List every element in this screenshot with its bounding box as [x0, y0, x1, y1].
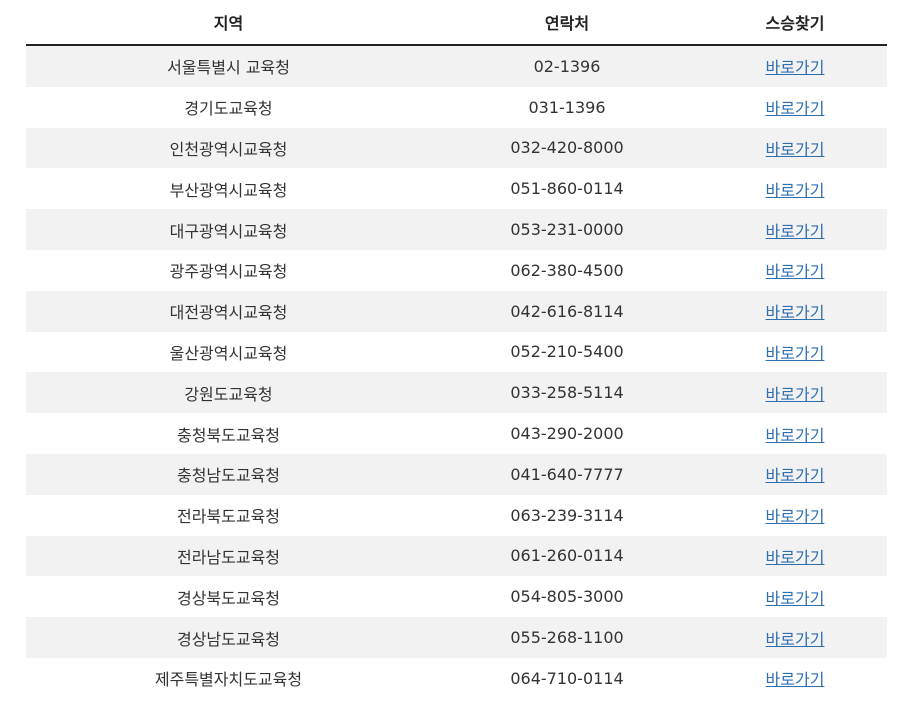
region-cell: 경상북도교육청: [26, 576, 431, 618]
table-row: 광주광역시교육청 062-380-4500 바로가기: [26, 249, 887, 291]
link-cell: 바로가기: [703, 535, 887, 577]
goto-link[interactable]: 바로가기: [766, 140, 825, 159]
table-row: 충청남도교육청 041-640-7777 바로가기: [26, 453, 887, 495]
goto-link[interactable]: 바로가기: [766, 262, 825, 281]
link-cell: 바로가기: [703, 413, 887, 454]
phone-cell: 042-616-8114: [431, 290, 703, 332]
phone-cell: 053-231-0000: [431, 209, 703, 250]
link-cell: 바로가기: [703, 494, 887, 536]
link-cell: 바로가기: [703, 45, 887, 87]
phone-cell: 061-260-0114: [431, 535, 703, 577]
region-cell: 부산광역시교육청: [26, 168, 431, 210]
table-row: 경상남도교육청 055-268-1100 바로가기: [26, 617, 887, 658]
table-row: 대구광역시교육청 053-231-0000 바로가기: [26, 209, 887, 250]
phone-cell: 032-420-8000: [431, 127, 703, 169]
link-cell: 바로가기: [703, 617, 887, 658]
goto-link[interactable]: 바로가기: [766, 589, 825, 608]
header-find-teacher: 스승찾기: [703, 0, 887, 46]
region-cell: 제주특별자치도교육청: [26, 657, 431, 699]
link-cell: 바로가기: [703, 127, 887, 169]
table-row: 충청북도교육청 043-290-2000 바로가기: [26, 413, 887, 454]
region-cell: 대구광역시교육청: [26, 209, 431, 250]
link-cell: 바로가기: [703, 331, 887, 373]
goto-link[interactable]: 바로가기: [766, 670, 825, 689]
table-row: 경기도교육청 031-1396 바로가기: [26, 86, 887, 128]
phone-cell: 031-1396: [431, 86, 703, 128]
table-row: 부산광역시교육청 051-860-0114 바로가기: [26, 168, 887, 210]
goto-link[interactable]: 바로가기: [766, 344, 825, 363]
phone-cell: 063-239-3114: [431, 494, 703, 536]
region-cell: 충청남도교육청: [26, 453, 431, 495]
region-cell: 울산광역시교육청: [26, 331, 431, 373]
link-cell: 바로가기: [703, 372, 887, 414]
goto-link[interactable]: 바로가기: [766, 548, 825, 567]
goto-link[interactable]: 바로가기: [766, 58, 825, 77]
table-row: 강원도교육청 033-258-5114 바로가기: [26, 372, 887, 414]
table-row: 울산광역시교육청 052-210-5400 바로가기: [26, 331, 887, 373]
region-cell: 인천광역시교육청: [26, 127, 431, 169]
phone-cell: 041-640-7777: [431, 453, 703, 495]
table-row: 제주특별자치도교육청 064-710-0114 바로가기: [26, 657, 887, 699]
link-cell: 바로가기: [703, 86, 887, 128]
header-contact: 연락처: [431, 0, 703, 46]
link-cell: 바로가기: [703, 576, 887, 618]
region-cell: 대전광역시교육청: [26, 290, 431, 332]
goto-link[interactable]: 바로가기: [766, 385, 825, 404]
region-cell: 강원도교육청: [26, 372, 431, 414]
region-cell: 경상남도교육청: [26, 617, 431, 658]
link-cell: 바로가기: [703, 657, 887, 699]
region-cell: 전라북도교육청: [26, 494, 431, 536]
table-row: 경상북도교육청 054-805-3000 바로가기: [26, 576, 887, 618]
link-cell: 바로가기: [703, 168, 887, 210]
header-row: 지역 연락처 스승찾기: [26, 0, 887, 46]
phone-cell: 043-290-2000: [431, 413, 703, 454]
phone-cell: 062-380-4500: [431, 249, 703, 291]
table-header: 지역 연락처 스승찾기: [26, 0, 887, 46]
education-office-table-container: 지역 연락처 스승찾기 서울특별시 교육청 02-1396 바로가기 경기도교육…: [26, 0, 887, 699]
phone-cell: 033-258-5114: [431, 372, 703, 414]
education-office-table: 지역 연락처 스승찾기 서울특별시 교육청 02-1396 바로가기 경기도교육…: [26, 0, 887, 699]
phone-cell: 052-210-5400: [431, 331, 703, 373]
phone-cell: 064-710-0114: [431, 657, 703, 699]
table-row: 전라남도교육청 061-260-0114 바로가기: [26, 535, 887, 577]
table-row: 서울특별시 교육청 02-1396 바로가기: [26, 45, 887, 87]
region-cell: 광주광역시교육청: [26, 249, 431, 291]
table-body: 서울특별시 교육청 02-1396 바로가기 경기도교육청 031-1396 바…: [26, 45, 887, 699]
goto-link[interactable]: 바로가기: [766, 466, 825, 485]
link-cell: 바로가기: [703, 209, 887, 250]
region-cell: 경기도교육청: [26, 86, 431, 128]
goto-link[interactable]: 바로가기: [766, 507, 825, 526]
phone-cell: 055-268-1100: [431, 617, 703, 658]
header-region: 지역: [26, 0, 431, 46]
table-row: 전라북도교육청 063-239-3114 바로가기: [26, 494, 887, 536]
goto-link[interactable]: 바로가기: [766, 222, 825, 241]
goto-link[interactable]: 바로가기: [766, 426, 825, 445]
region-cell: 전라남도교육청: [26, 535, 431, 577]
link-cell: 바로가기: [703, 453, 887, 495]
phone-cell: 051-860-0114: [431, 168, 703, 210]
link-cell: 바로가기: [703, 249, 887, 291]
phone-cell: 02-1396: [431, 45, 703, 87]
goto-link[interactable]: 바로가기: [766, 181, 825, 200]
table-row: 인천광역시교육청 032-420-8000 바로가기: [26, 127, 887, 169]
region-cell: 충청북도교육청: [26, 413, 431, 454]
region-cell: 서울특별시 교육청: [26, 45, 431, 87]
goto-link[interactable]: 바로가기: [766, 630, 825, 649]
goto-link[interactable]: 바로가기: [766, 303, 825, 322]
phone-cell: 054-805-3000: [431, 576, 703, 618]
goto-link[interactable]: 바로가기: [766, 99, 825, 118]
link-cell: 바로가기: [703, 290, 887, 332]
table-row: 대전광역시교육청 042-616-8114 바로가기: [26, 290, 887, 332]
